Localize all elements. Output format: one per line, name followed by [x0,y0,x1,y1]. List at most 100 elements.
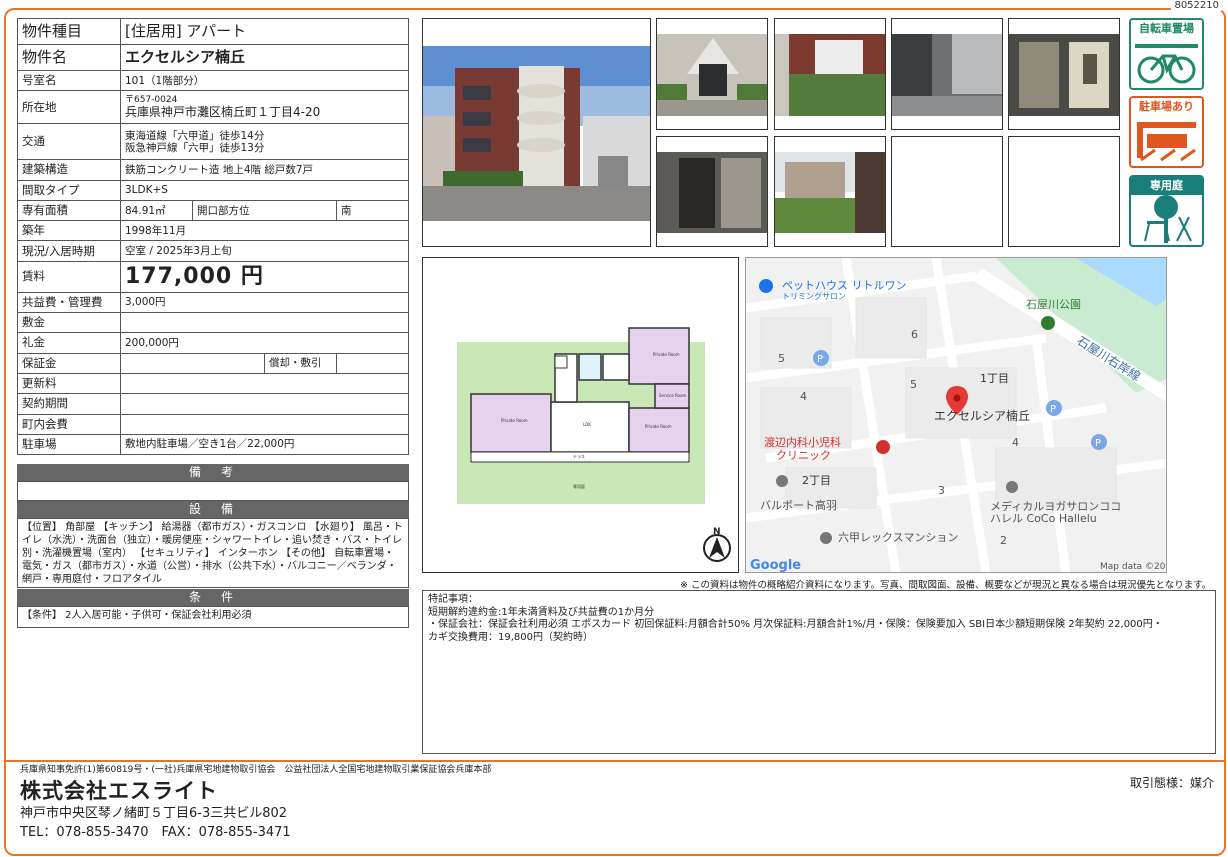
label-access: 交通 [17,123,121,161]
map-clinic-1: 渡辺内科小児科 [764,435,841,449]
map-parking-label: バルボート高羽 [760,498,837,512]
photo-entrance [656,18,768,130]
equipment-box: 【位置】 角部屋 【キッチン】 給湯器（都市ガス）・ガスコンロ 【水廻り】 風呂… [17,518,409,588]
value-guarantee [120,352,265,374]
row-area: 専有面積 84.91㎡ 開口部方位 南 [17,199,409,222]
label-room: 号室名 [17,69,121,92]
room-label-4: LDK [583,422,591,427]
value-layout: 3LDK+S [120,179,409,201]
row-address: 所在地 〒657-0024 兵庫県神戸市灘区楠丘町１丁目4-20 [17,90,409,125]
value-common-fee: 3,000円 [120,291,409,314]
map-property-label: エクセルシア楠丘 [934,408,1030,423]
floor-plan: Private Room Private Room Service Room L… [422,257,739,573]
badge-parking: 駐車場あり [1129,96,1204,168]
photo-hallway [891,18,1003,130]
map-attribution: Map data ©2025 [1100,562,1167,572]
value-key-money: 200,000円 [120,332,409,354]
map-block-4b: 4 [1012,436,1019,449]
transaction-type: 取引態様：媒介 [1129,776,1214,790]
notes-line-2: ・保証会社：保証会社利用必須 エポスカード 初回保証料:月額合計50% 月次保証… [428,619,1163,630]
map-salon-2: ハレル CoCo Hallelu [990,512,1097,525]
value-property-name: エクセルシア楠丘 [120,44,409,71]
value-status: 空室 / 2025年3月上旬 [120,240,409,262]
room-label-2: Private Room [653,352,680,357]
map-salon-1: メディカルヨガサロンココ [990,499,1121,513]
floor-plan-drawing: Private Room Private Room Service Room L… [457,327,731,562]
row-room: 号室名 101（1階部分） [17,69,409,92]
hallway-image [892,34,1002,116]
label-address: 所在地 [17,90,121,125]
remarks-box [17,481,409,501]
north-arrow-icon: N [703,527,731,562]
map-chome-1: 1丁目 [980,372,1009,385]
map-block-3: 3 [938,484,945,497]
notes-line-1: 短期解約違約金:1年未満賃料及び共益費の1か月分 [428,606,655,618]
room-label-1: Private Room [501,418,528,423]
badge-bicycle-label: 自転車置場 [1131,20,1202,38]
label-property-name: 物件名 [17,44,121,71]
photo-door [656,136,768,247]
svg-text:P: P [1095,438,1101,449]
door-image [657,152,767,233]
map-pet-shop: ペットハウス リトルワン [782,279,907,292]
nameplate-image [775,34,885,116]
row-rent: 賃料 177,000 円 [17,260,409,293]
value-area: 84.91㎡ [120,199,193,222]
label-guarantee: 保証金 [17,352,121,374]
map-park: 石屋川公園 [1026,298,1081,311]
label-layout: 間取タイプ [17,179,121,201]
equipment-header: 設 備 [17,501,409,518]
map-chome-2: 2丁目 [802,474,831,487]
label-rent: 賃料 [17,260,121,293]
value-structure: 鉄筋コンクリート造 地上4階 総戸数7戸 [120,159,409,181]
photo-empty-1 [891,136,1003,247]
row-contract-period: 契約期間 [17,393,409,415]
row-built: 築年 1998年11月 [17,220,409,242]
entrance-image [657,34,767,116]
value-built: 1998年11月 [120,220,409,242]
value-property-type: [住居用] アパート [120,18,409,45]
row-deposit: 敷金 [17,312,409,334]
parking-icon [1137,122,1196,162]
label-amortization: 償却・敷引 [264,352,337,374]
map-canvas: ペットハウス リトルワン トリミングサロン 石屋川公園 石屋川右岸線 1丁目 エ… [746,258,1167,573]
label-area: 専有面積 [17,199,121,222]
value-orientation: 南 [336,199,409,222]
property-table: 物件種目 [住居用] アパート 物件名 エクセルシア楠丘 号室名 101（1階部… [17,18,409,456]
value-rent: 177,000 円 [120,260,409,293]
svg-text:P: P [817,354,823,365]
google-logo: Google [750,558,801,573]
room-label-3: Service Room [659,393,687,398]
document-number: 8052210 [1171,0,1222,11]
building-exterior-image [423,46,650,221]
map-mansion: 六甲レックスマンション [838,531,958,544]
badge-parking-label: 駐車場あり [1131,98,1202,116]
company-name: 株式会社エスライト [20,779,218,803]
garden-label: 専用庭 [573,483,585,489]
value-parking: 敷地内駐車場／空き1台／22,000円 [120,433,409,456]
address-text: 兵庫県神戸市灘区楠丘町１丁目4-20 [125,104,321,119]
value-amortization [336,352,409,374]
license-text: 兵庫県知事免許(1)第60819号・(一社)兵庫県宅地建物取引協会 公益社団法人… [20,765,492,775]
garden-image [775,152,885,233]
lobby-image [1009,34,1119,116]
row-structure: 建築構造 鉄筋コンクリート造 地上4階 総戸数7戸 [17,159,409,181]
access-line-1: 東海道線「六甲道」徒歩14分 [125,129,265,142]
row-common-fee: 共益費・管理費 3,000円 [17,291,409,314]
access-line-2: 阪急神戸線「六甲」徒歩13分 [125,141,265,154]
value-address: 〒657-0024 兵庫県神戸市灘区楠丘町１丁目4-20 [120,90,409,125]
location-map: ペットハウス リトルワン トリミングサロン 石屋川公園 石屋川右岸線 1丁目 エ… [745,257,1167,573]
value-access: 東海道線「六甲道」徒歩14分 阪急神戸線「六甲」徒歩13分 [120,123,409,161]
map-block-2: 2 [1000,534,1007,547]
company-phone: TEL：078-855-3470 FAX：078-855-3471 [20,825,291,840]
label-key-money: 礼金 [17,332,121,354]
map-block-5b: 5 [910,378,917,391]
remarks-header: 備 考 [17,464,409,481]
label-contract-period: 契約期間 [17,393,121,415]
badge-garden-label: 専用庭 [1131,177,1202,195]
map-block-5a: 5 [778,352,785,365]
terrace-label: テラス [573,453,585,459]
label-property-type: 物件種目 [17,18,121,45]
svg-text:N: N [713,527,721,537]
row-property-type: 物件種目 [住居用] アパート [17,18,409,45]
